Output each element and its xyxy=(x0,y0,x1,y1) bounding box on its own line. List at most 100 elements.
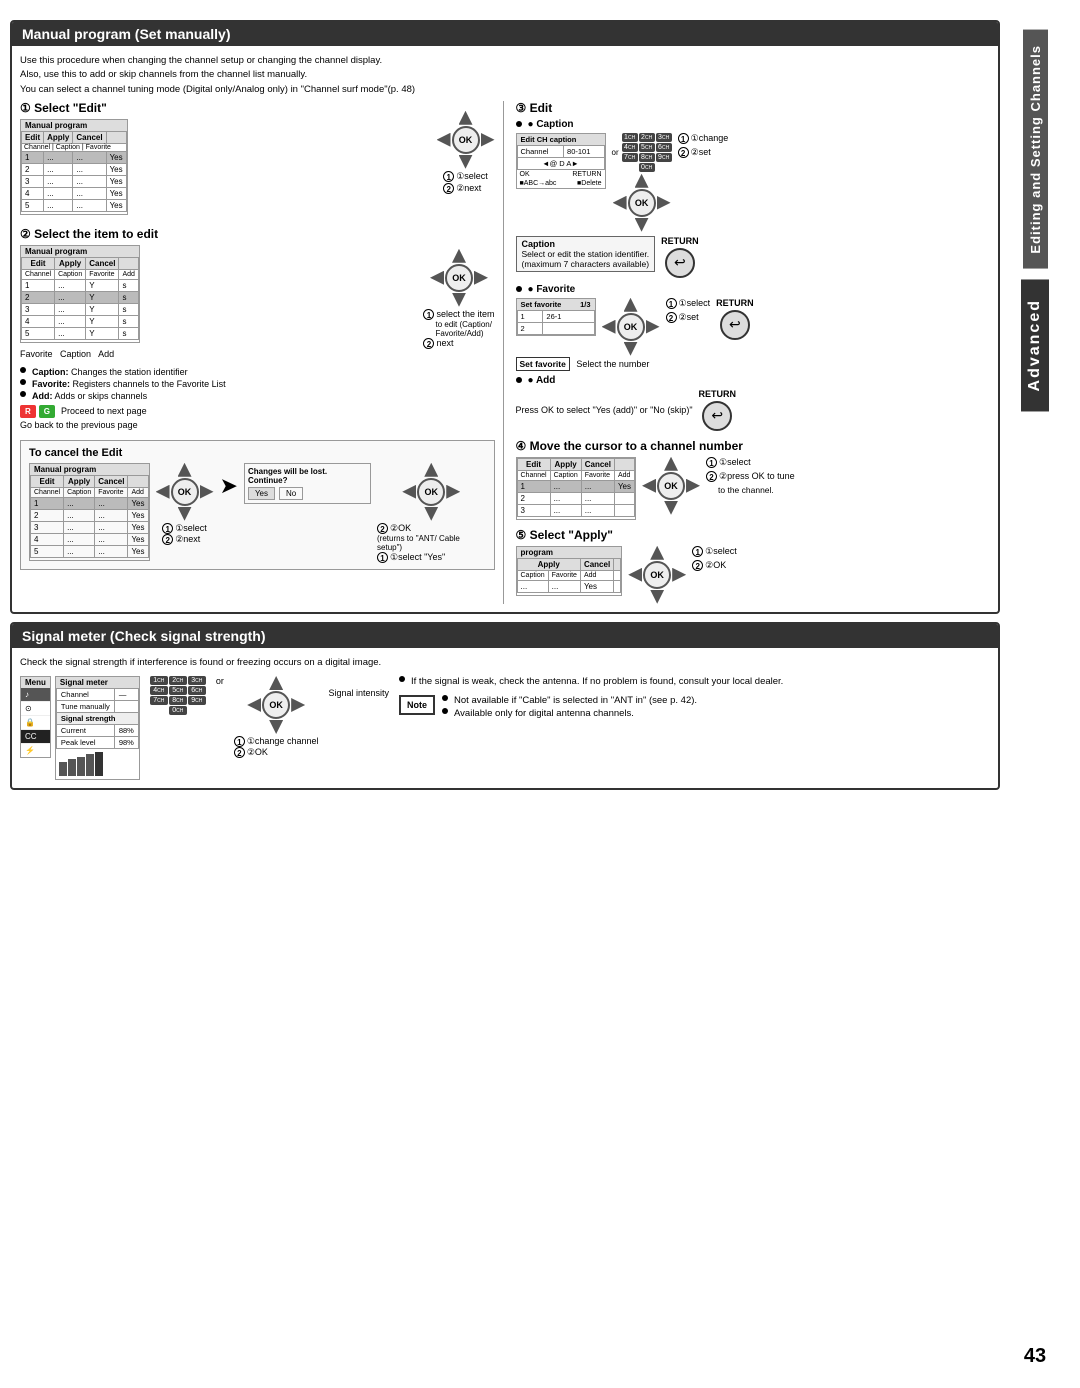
ok-button[interactable]: OK xyxy=(452,126,480,154)
ok-btn-4[interactable]: OK xyxy=(657,472,685,500)
ok-btn-sig[interactable]: OK xyxy=(262,691,290,719)
nav-up-fav[interactable] xyxy=(624,298,638,312)
nav-up-cancel[interactable] xyxy=(178,463,192,477)
manual-program-section: Manual program (Set manually) Use this p… xyxy=(10,20,1000,614)
step1-row: ① Select "Edit" Manual program Edit Appl… xyxy=(20,101,495,219)
fav-return: RETURN ↩ xyxy=(716,298,754,340)
step5-nav: OK xyxy=(628,546,686,604)
nav-left-fav[interactable] xyxy=(602,320,616,334)
to-cancel-annotations-2: 2②OK (returns to "ANT/ Cable setup") 1①s… xyxy=(377,523,485,563)
nav-right-sig[interactable] xyxy=(291,698,305,712)
nav-right-fav[interactable] xyxy=(646,320,660,334)
step4-title: ④ Move the cursor to a channel number xyxy=(516,439,991,453)
step5-annotations: 1①select 2②OK xyxy=(692,546,737,571)
nav-right-cap[interactable] xyxy=(657,196,671,210)
nav-up-cap[interactable] xyxy=(635,174,649,188)
step1-annotations: 1 ①select 2 ②next xyxy=(443,171,488,194)
signal-nav: OK 1①change channel 2②OK xyxy=(234,676,319,758)
nav-up-4[interactable] xyxy=(664,457,678,471)
g-button[interactable]: G xyxy=(39,405,55,418)
r-button[interactable]: R xyxy=(20,405,36,418)
nav-left-cancel[interactable] xyxy=(156,485,170,499)
ok-button-2[interactable]: OK xyxy=(445,264,473,292)
sig-bullet-3 xyxy=(442,708,448,714)
nav-up-5[interactable] xyxy=(650,546,664,560)
nav-left-5[interactable] xyxy=(628,568,642,582)
nav-right-2[interactable] xyxy=(474,271,488,285)
ok-btn-fav[interactable]: OK xyxy=(617,313,645,341)
bar-1 xyxy=(59,762,67,776)
nav-up-cancel2[interactable] xyxy=(424,463,438,477)
step2-title: ② Select the item to edit xyxy=(20,227,495,241)
caption-note-row: Caption Select or edit the station ident… xyxy=(516,236,991,278)
step1-content: ① Select "Edit" Manual program Edit Appl… xyxy=(20,101,431,219)
to-cancel-table: EditApplyCancel ChannelCaptionFavoriteAd… xyxy=(30,475,149,558)
nav-down[interactable] xyxy=(459,155,473,169)
nav-down-cap[interactable] xyxy=(635,218,649,232)
nav-right[interactable] xyxy=(481,133,495,147)
step1-nav-cluster: OK xyxy=(437,111,495,169)
nav-down-5[interactable] xyxy=(650,590,664,604)
menu-item-lock[interactable]: 🔒 xyxy=(21,716,50,730)
nav-left[interactable] xyxy=(437,133,451,147)
step2-row: Manual program EditApplyCancel ChannelCa… xyxy=(20,245,495,359)
signal-meter-intro: Check the signal strength if interferenc… xyxy=(20,656,990,670)
bar-2 xyxy=(68,759,76,776)
signal-intensity-label: Signal intensity xyxy=(328,688,389,698)
nav-left-cancel2[interactable] xyxy=(402,485,416,499)
ok-button-cancel2[interactable]: OK xyxy=(417,478,445,506)
bar-5 xyxy=(95,752,103,776)
menu-item-lightning[interactable]: ⚡ xyxy=(21,744,50,757)
step2-table-wrap: Manual program EditApplyCancel ChannelCa… xyxy=(20,245,417,359)
nav-up[interactable] xyxy=(459,111,473,125)
step5-title: ⑤ Select "Apply" xyxy=(516,528,991,542)
go-back-label: Go back to the previous page xyxy=(20,420,495,430)
to-cancel-nav-2: OK 2②OK (returns to "ANT/ Cable setup") xyxy=(377,463,485,563)
dialog-no[interactable]: No xyxy=(279,487,303,500)
signal-annotations: 1①change channel 2②OK xyxy=(234,736,319,758)
to-cancel-nav: OK 1①select 2②next xyxy=(156,463,214,545)
add-sub-title: ● Add xyxy=(516,375,991,386)
return-button[interactable]: ↩ xyxy=(665,248,695,278)
nav-right-cancel2[interactable] xyxy=(446,485,460,499)
to-cancel-table-wrap: Manual program EditApplyCancel ChannelCa… xyxy=(29,463,150,561)
nav-left-4[interactable] xyxy=(642,479,656,493)
manual-program-title: Manual program (Set manually) xyxy=(12,22,998,46)
nav-down-fav[interactable] xyxy=(624,342,638,356)
bar-4 xyxy=(86,754,94,776)
menu-item-music[interactable]: ♪ xyxy=(21,688,50,702)
step1-table-title: Manual program xyxy=(21,120,127,131)
nav-down-2[interactable] xyxy=(452,293,466,307)
nav-left-2[interactable] xyxy=(430,271,444,285)
nav-left-sig[interactable] xyxy=(247,698,261,712)
nav-down-sig[interactable] xyxy=(269,720,283,734)
bullet-caption xyxy=(516,121,522,127)
edit-ch-caption-table: Edit CH caption Channel 80-101 ◄@ D A► xyxy=(516,133,606,189)
right-column: ③ Edit ● Caption Edit CH caption xyxy=(512,101,991,604)
nav-right-cancel[interactable] xyxy=(200,485,214,499)
nav-down-cancel[interactable] xyxy=(178,507,192,521)
dialog-yes[interactable]: Yes xyxy=(248,487,275,500)
ok-btn-5[interactable]: OK xyxy=(643,561,671,589)
step3-section: ③ Edit ● Caption Edit CH caption xyxy=(516,101,991,604)
ok-btn-cap[interactable]: OK xyxy=(628,189,656,217)
nav-down-4[interactable] xyxy=(664,501,678,515)
fav-return-btn[interactable]: ↩ xyxy=(720,310,750,340)
ok-button-cancel[interactable]: OK xyxy=(171,478,199,506)
nav-right-5[interactable] xyxy=(672,568,686,582)
caption-note-box: Caption Select or edit the station ident… xyxy=(516,236,656,272)
menu-item-cc[interactable]: CC xyxy=(21,730,50,744)
nav-up-sig[interactable] xyxy=(269,676,283,690)
step1-table-wrap: Manual program Edit Apply Cancel xyxy=(20,119,128,215)
sig-bullet-2 xyxy=(442,695,448,701)
nav-left-cap[interactable] xyxy=(613,196,627,210)
step2-bullets: Caption: Changes the station identifier … xyxy=(20,367,495,401)
nav-up-2[interactable] xyxy=(452,249,466,263)
step5-section: ⑤ Select "Apply" program Apply Cancel xyxy=(516,528,991,604)
nav-down-cancel2[interactable] xyxy=(424,507,438,521)
fav-annotations: 1①select 2②set xyxy=(666,298,711,323)
menu-item-circle[interactable]: ⊙ xyxy=(21,702,50,716)
add-return-btn[interactable]: ↩ xyxy=(702,401,732,431)
step4-table: EditApplyCancel ChannelCaptionFavoriteAd… xyxy=(517,458,636,517)
nav-right-4[interactable] xyxy=(686,479,700,493)
